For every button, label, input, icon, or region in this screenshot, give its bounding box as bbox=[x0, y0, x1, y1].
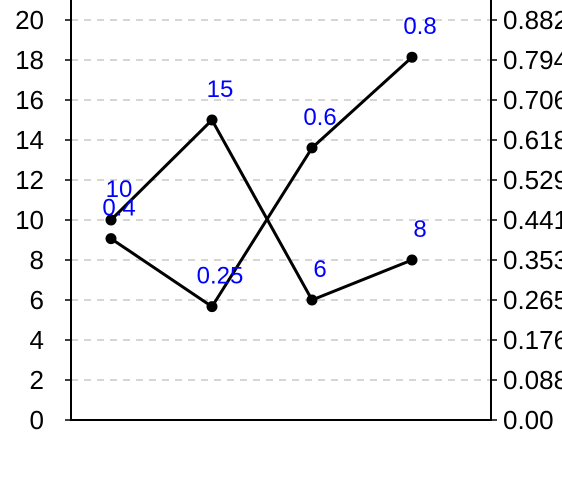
left-tick-label: 14 bbox=[15, 125, 44, 155]
line-chart: 0 2 4 6 8 10 12 14 16 18 20 0.00 0.088 0.176 0.265 0.3… bbox=[15, 0, 562, 435]
left-tick-label: 16 bbox=[15, 85, 44, 115]
left-tick-label: 2 bbox=[30, 365, 44, 395]
data-labels: 1015680.40.250.60.8 bbox=[102, 13, 436, 289]
right-tick-label: 0.353 bbox=[503, 245, 562, 275]
left-tick-label: 18 bbox=[15, 45, 44, 75]
right-tick-label: 0.529 bbox=[503, 165, 562, 195]
series-1-data-label: 15 bbox=[207, 76, 234, 103]
left-tick-label: 20 bbox=[15, 5, 44, 35]
right-tick-label: 0.882 bbox=[503, 5, 562, 35]
right-tick-label: 0.176 bbox=[503, 325, 562, 355]
series-2-point bbox=[206, 301, 218, 313]
left-tick-label: 12 bbox=[15, 165, 44, 195]
series-1-line bbox=[109, 118, 413, 302]
series-2-data-label: 0.25 bbox=[197, 263, 244, 290]
left-axis-ticks: 0 2 4 6 8 10 12 14 16 18 20 bbox=[15, 5, 71, 435]
series-2-line bbox=[110, 56, 414, 309]
series-2-data-label: 0.8 bbox=[403, 13, 436, 40]
right-tick-label: 0.794 bbox=[503, 45, 562, 75]
series-1-data-label: 8 bbox=[413, 216, 426, 243]
series-lines bbox=[105, 51, 418, 313]
right-axis-ticks: 0.00 0.088 0.176 0.265 0.353 0.441 0.529 0.618 0… bbox=[491, 5, 562, 435]
right-tick-label: 0.441 bbox=[503, 205, 562, 235]
series-2-data-label: 0.6 bbox=[303, 104, 336, 131]
series-2-point bbox=[105, 233, 117, 245]
series-2-point bbox=[306, 142, 318, 154]
left-tick-label: 0 bbox=[30, 405, 44, 435]
series-1-data-label: 6 bbox=[313, 256, 326, 283]
right-tick-label: 0.088 bbox=[503, 365, 562, 395]
series-1-point bbox=[206, 114, 218, 126]
left-tick-label: 4 bbox=[30, 325, 44, 355]
left-tick-label: 6 bbox=[30, 285, 44, 315]
left-tick-label: 10 bbox=[15, 205, 44, 235]
series-2-data-label: 0.4 bbox=[102, 195, 135, 222]
right-tick-label: 0.706 bbox=[503, 85, 562, 115]
right-tick-label: 0.00 bbox=[503, 405, 554, 435]
series-1-point bbox=[306, 294, 318, 306]
right-tick-label: 0.618 bbox=[503, 125, 562, 155]
left-tick-label: 8 bbox=[30, 245, 44, 275]
right-tick-label: 0.265 bbox=[503, 285, 562, 315]
series-2-point bbox=[406, 51, 418, 63]
series-1-point bbox=[406, 254, 418, 266]
